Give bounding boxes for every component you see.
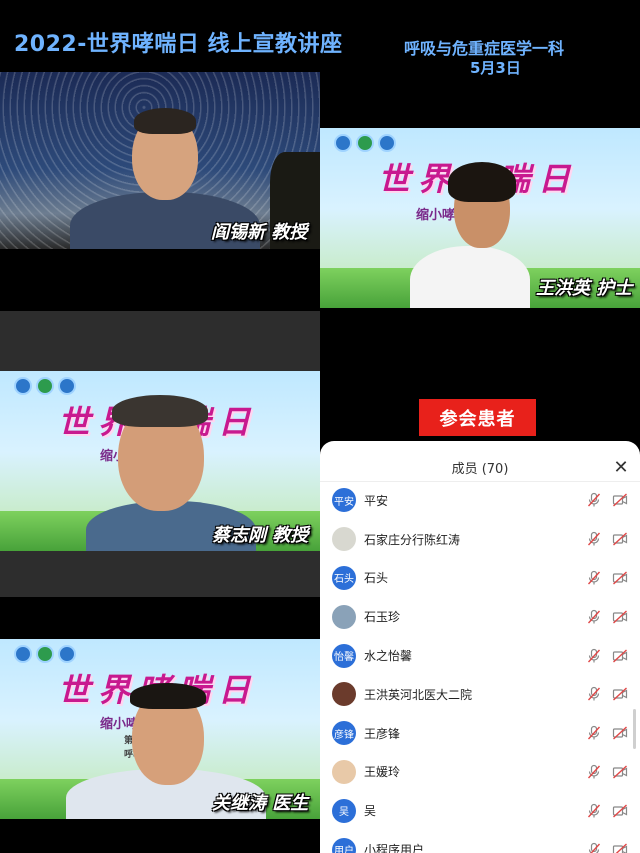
- muted-mic-icon[interactable]: [586, 531, 602, 547]
- member-row[interactable]: 王洪英河北医大二院: [320, 675, 640, 714]
- member-row[interactable]: 王媛玲: [320, 753, 640, 792]
- association-logo-icon: [356, 134, 374, 152]
- date-label: 5月3日: [470, 59, 521, 77]
- camera-off-icon[interactable]: [612, 531, 628, 547]
- logo-strip: [14, 645, 76, 663]
- camera-off-icon[interactable]: [612, 842, 628, 853]
- member-avatar: 吴: [332, 798, 356, 823]
- panel-scrollbar[interactable]: [633, 709, 636, 749]
- camera-off-icon[interactable]: [612, 686, 628, 702]
- member-name: 平安: [364, 493, 389, 508]
- association-logo-icon: [36, 645, 54, 663]
- camera-off-icon[interactable]: [612, 648, 628, 664]
- members-panel: 成员 (70) ✕ 平安 平安 石家庄分行陈红涛 石头 石头 石玉珍 怡馨 水之怡馨 王洪英河北…: [320, 441, 640, 853]
- muted-mic-icon[interactable]: [586, 725, 602, 741]
- member-avatar: [332, 604, 356, 629]
- member-name: 吴: [364, 804, 377, 819]
- hospital-logo-icon: [14, 377, 32, 395]
- member-name: 石家庄分行陈红涛: [364, 532, 461, 547]
- meeting-header: 2022-世界哮喘日 线上宣教讲座 呼吸与危重症医学一科 5月3日: [0, 0, 640, 77]
- university-logo-icon: [58, 377, 76, 395]
- speaker3-hair: [112, 395, 208, 427]
- department-label: 呼吸与危重症医学一科: [404, 39, 565, 58]
- speaker2-body: [410, 246, 530, 308]
- speaker2-hair: [448, 162, 516, 202]
- video-tile-speaker4[interactable]: 世界哮喘日 缩小哮 差距 第一 呼吸与 关继涛 医生: [0, 639, 320, 819]
- speaker4-nameplate: 关继涛 医生: [212, 793, 309, 814]
- muted-mic-icon[interactable]: [586, 803, 602, 819]
- tile-black-gap-1: [0, 249, 320, 311]
- association-logo-icon: [36, 377, 54, 395]
- tile-black-gap-3: [0, 597, 320, 639]
- participant-patients-badge: 参会患者: [419, 399, 536, 436]
- member-avatar: [332, 527, 356, 552]
- member-name: 石玉珍: [364, 610, 401, 625]
- camera-off-icon[interactable]: [612, 570, 628, 586]
- muted-mic-icon[interactable]: [586, 842, 602, 853]
- member-avatar: 彦锋: [332, 721, 356, 746]
- muted-mic-icon[interactable]: [586, 764, 602, 780]
- member-name: 王彦锋: [364, 726, 401, 741]
- member-name: 小程序用户: [364, 843, 425, 853]
- member-row[interactable]: 石家庄分行陈红涛: [320, 520, 640, 559]
- camera-off-icon[interactable]: [612, 492, 628, 508]
- member-list: 平安 平安 石家庄分行陈红涛 石头 石头 石玉珍 怡馨 水之怡馨 王洪英河北医大二院 彦锋 王彦锋王…: [320, 481, 640, 853]
- speaker3-nameplate: 蔡志刚 教授: [212, 525, 309, 546]
- university-logo-icon: [378, 134, 396, 152]
- member-row[interactable]: 石头 石头: [320, 559, 640, 598]
- speaker1-nameplate: 阎锡新 教授: [211, 222, 308, 243]
- member-name: 水之怡馨: [364, 649, 413, 664]
- video-tile-speaker1[interactable]: 阎锡新 教授: [0, 72, 320, 249]
- member-avatar: 用户: [332, 837, 356, 853]
- member-row[interactable]: 吴吴: [320, 791, 640, 830]
- camera-off-icon[interactable]: [612, 764, 628, 780]
- muted-mic-icon[interactable]: [586, 570, 602, 586]
- muted-mic-icon[interactable]: [586, 648, 602, 664]
- member-name: 王洪英河北医大二院: [364, 687, 473, 702]
- video-tile-speaker2[interactable]: 世界哮喘日 缩小哮喘 差距 王洪英 护士: [320, 128, 640, 308]
- close-icon[interactable]: ✕: [612, 459, 630, 477]
- hospital-logo-icon: [14, 645, 32, 663]
- tile-black-gap-4: [0, 819, 320, 853]
- members-count-title: 成员 (70): [451, 462, 509, 477]
- logo-strip: [14, 377, 76, 395]
- muted-mic-icon[interactable]: [586, 609, 602, 625]
- camera-off-icon[interactable]: [612, 725, 628, 741]
- speaker2-nameplate: 王洪英 护士: [536, 278, 633, 299]
- member-avatar: [332, 682, 356, 707]
- hospital-logo-icon: [334, 134, 352, 152]
- muted-mic-icon[interactable]: [586, 492, 602, 508]
- camera-off-icon[interactable]: [612, 803, 628, 819]
- speaker4-hair: [130, 683, 206, 709]
- member-avatar: 怡馨: [332, 643, 356, 668]
- camera-off-icon[interactable]: [612, 609, 628, 625]
- video-tile-empty: [0, 311, 320, 371]
- member-row[interactable]: 怡馨 水之怡馨: [320, 636, 640, 675]
- tile-gap-2: [0, 551, 320, 597]
- member-avatar: [332, 759, 356, 784]
- member-row[interactable]: 石玉珍: [320, 597, 640, 636]
- member-row[interactable]: 用户 小程序用户: [320, 830, 640, 853]
- member-row[interactable]: 彦锋 王彦锋: [320, 714, 640, 753]
- logo-strip: [334, 134, 396, 152]
- member-row[interactable]: 平安 平安: [320, 481, 640, 520]
- members-panel-header: 成员 (70) ✕: [320, 441, 640, 482]
- member-avatar: 平安: [332, 488, 356, 513]
- video-tile-speaker3[interactable]: 世界哮喘日 缩小哮喘 差距 蔡志刚 教授: [0, 371, 320, 551]
- member-name: 王媛玲: [364, 765, 401, 780]
- meeting-title: 2022-世界哮喘日 线上宣教讲座: [14, 32, 343, 57]
- member-avatar: 石头: [332, 565, 356, 590]
- member-name: 石头: [364, 571, 389, 586]
- university-logo-icon: [58, 645, 76, 663]
- muted-mic-icon[interactable]: [586, 686, 602, 702]
- speaker1-hair: [134, 108, 196, 134]
